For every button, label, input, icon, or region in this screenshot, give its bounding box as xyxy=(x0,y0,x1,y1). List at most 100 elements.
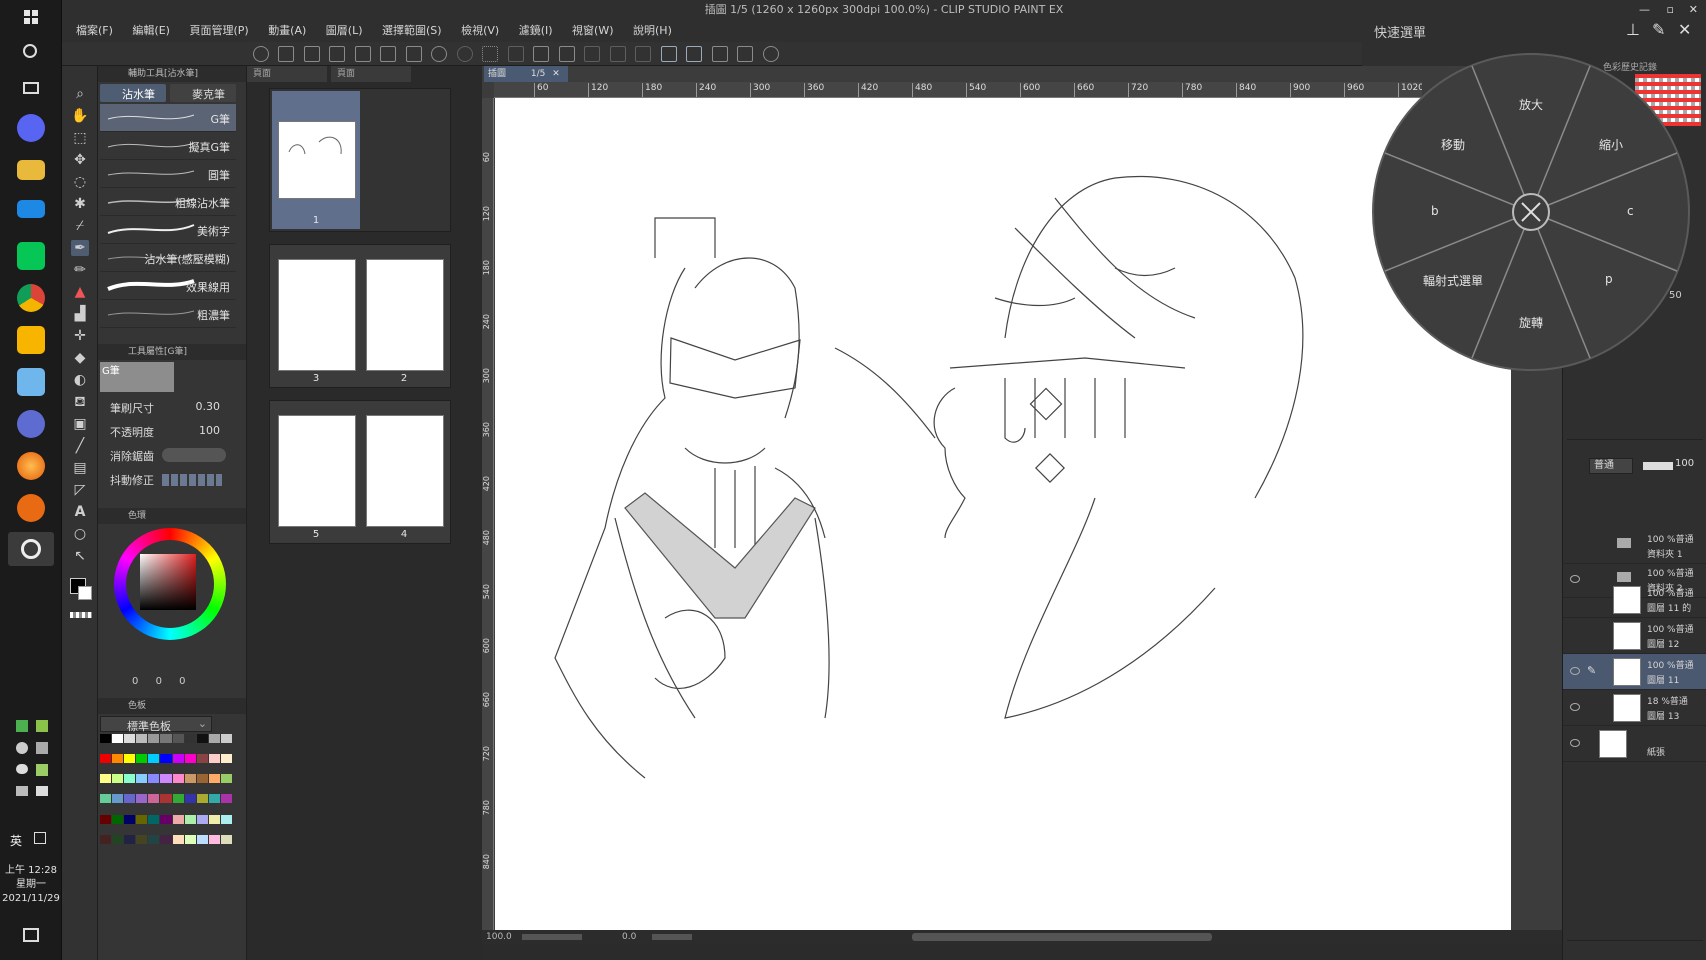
gradient-icon[interactable]: ▣ xyxy=(71,416,89,432)
file-explorer-icon[interactable] xyxy=(17,160,45,180)
color-swatch[interactable] xyxy=(172,814,184,824)
color-swatch[interactable] xyxy=(148,834,160,844)
canvas-tab[interactable]: 插圖 1/5 ✕ xyxy=(484,66,568,82)
color-swatch[interactable] xyxy=(160,754,172,764)
color-swatch[interactable] xyxy=(220,774,232,784)
menu-select[interactable]: 選擇範圍(S) xyxy=(374,20,450,42)
color-swatch[interactable] xyxy=(184,734,196,743)
radial-item-radial-menu[interactable]: 輻射式選單 xyxy=(1423,272,1483,289)
close-icon[interactable]: ✕ xyxy=(1678,20,1691,39)
color-swatch[interactable] xyxy=(148,774,160,784)
close-icon[interactable]: ✕ xyxy=(552,69,560,79)
color-swatch[interactable] xyxy=(220,794,232,804)
color-swatch[interactable] xyxy=(184,814,196,824)
color-swatch[interactable] xyxy=(208,754,220,764)
page-tab[interactable]: 頁面 xyxy=(247,66,327,82)
blend-tool-icon[interactable]: ◐ xyxy=(71,372,89,388)
color-swatch[interactable] xyxy=(124,814,136,824)
color-swatch[interactable] xyxy=(184,774,196,784)
help-icon[interactable] xyxy=(762,46,779,62)
sub-tool-tab-pen[interactable]: 沾水筆 xyxy=(100,84,166,102)
snap-special-icon[interactable] xyxy=(686,46,702,62)
brush-item[interactable]: 圓筆 xyxy=(100,160,236,188)
stabilization-row[interactable]: 抖動修正 xyxy=(106,470,238,490)
system-clock[interactable]: 上午 12:28 星期一 2021/11/29 xyxy=(0,864,62,906)
color-swatch[interactable] xyxy=(136,814,148,824)
color-swatch[interactable] xyxy=(100,834,112,844)
brush-item[interactable]: 粗濃筆 xyxy=(100,300,236,328)
horizontal-scrollbar[interactable] xyxy=(912,933,1212,941)
layer-opacity-slider[interactable] xyxy=(1643,462,1673,470)
new-file-icon[interactable] xyxy=(278,46,294,62)
deselect-icon[interactable] xyxy=(584,46,600,62)
color-swatch[interactable] xyxy=(112,734,124,743)
menu-edit[interactable]: 編輯(E) xyxy=(124,20,178,42)
color-swatch[interactable] xyxy=(196,834,208,844)
color-swatch[interactable] xyxy=(112,754,124,764)
sub-color-swatch[interactable] xyxy=(78,586,92,600)
radial-menu[interactable]: 放大 縮小 c p 旋轉 輻射式選單 b 移動 xyxy=(1371,52,1691,372)
radial-item-zoom-in[interactable]: 放大 xyxy=(1519,96,1543,113)
loading-icon[interactable] xyxy=(482,46,498,62)
radial-item-zoom-out[interactable]: 縮小 xyxy=(1599,136,1623,153)
color-swatch[interactable] xyxy=(208,774,220,784)
layer-row-selected[interactable]: ✎ 100 %普通 圖層 11 xyxy=(1563,654,1706,690)
color-swatch[interactable] xyxy=(160,734,172,743)
opacity-value[interactable]: 100 xyxy=(199,424,220,437)
antialias-row[interactable]: 消除鋸齒 xyxy=(106,446,238,466)
page-cell[interactable]: 1 xyxy=(269,88,451,232)
color-swatch[interactable] xyxy=(148,794,160,804)
correct-line-icon[interactable]: ↖ xyxy=(71,548,89,564)
antialias-options[interactable] xyxy=(162,448,226,462)
invert-icon[interactable] xyxy=(609,46,626,62)
eye-icon[interactable] xyxy=(1570,667,1580,675)
snap-ruler-icon[interactable] xyxy=(660,46,677,62)
color-swatch[interactable] xyxy=(160,774,172,784)
maximize-button[interactable]: ▫ xyxy=(1667,0,1674,20)
eye-icon[interactable] xyxy=(1570,703,1580,711)
layer-row[interactable]: 18 %普通 圖層 13 xyxy=(1563,690,1706,726)
app-galaxy-icon[interactable] xyxy=(17,410,45,438)
color-swatch[interactable] xyxy=(220,834,232,844)
notification-icon[interactable] xyxy=(23,928,39,942)
windows-start-icon[interactable] xyxy=(24,10,38,24)
ime-mode-icon[interactable] xyxy=(34,832,46,844)
menu-file[interactable]: 檔案(F) xyxy=(68,20,121,42)
color-swatch[interactable] xyxy=(196,754,208,764)
color-swatch[interactable] xyxy=(100,814,112,824)
color-swatch[interactable] xyxy=(208,794,220,804)
radial-item-p[interactable]: p xyxy=(1605,272,1613,286)
zoom-tool-icon[interactable]: ⌕ xyxy=(71,86,89,102)
task-view-icon[interactable] xyxy=(23,82,39,94)
brush-size-value[interactable]: 0.30 xyxy=(196,400,221,413)
color-swatch[interactable] xyxy=(160,794,172,804)
crop-icon[interactable] xyxy=(558,46,575,62)
save-icon[interactable] xyxy=(329,46,345,62)
zoom-value[interactable]: 100.0 xyxy=(486,930,512,944)
zoom-slider[interactable] xyxy=(522,934,582,940)
color-swatch[interactable] xyxy=(160,814,172,824)
tray-icons[interactable] xyxy=(16,720,52,810)
cs-home-icon[interactable] xyxy=(252,46,269,62)
color-swatch[interactable] xyxy=(172,794,184,804)
stabilization-slider[interactable] xyxy=(162,474,222,486)
color-swatch[interactable] xyxy=(124,734,136,743)
eraser-icon[interactable]: ◆ xyxy=(71,350,89,366)
color-swatch[interactable] xyxy=(112,774,124,784)
color-swatch[interactable] xyxy=(208,734,220,743)
snap-grid-icon[interactable] xyxy=(711,46,728,62)
angle-value[interactable]: 0.0 xyxy=(622,930,636,944)
color-swatch[interactable] xyxy=(100,754,112,764)
color-swatch[interactable] xyxy=(124,834,136,844)
color-swatch[interactable] xyxy=(196,814,208,824)
app-orange-icon[interactable] xyxy=(17,494,45,522)
line-icon[interactable] xyxy=(17,242,45,270)
transparent-color-swatch[interactable] xyxy=(70,612,92,618)
color-swatch[interactable] xyxy=(172,734,184,743)
brush-item[interactable]: 美術字 xyxy=(100,216,236,244)
color-swatch[interactable] xyxy=(208,814,220,824)
color-swatch[interactable] xyxy=(100,794,112,804)
pen-tool-icon[interactable]: ✒ xyxy=(71,240,89,256)
sub-tool-tab-marker[interactable]: 麥克筆 xyxy=(170,84,236,102)
color-swatch[interactable] xyxy=(172,834,184,844)
